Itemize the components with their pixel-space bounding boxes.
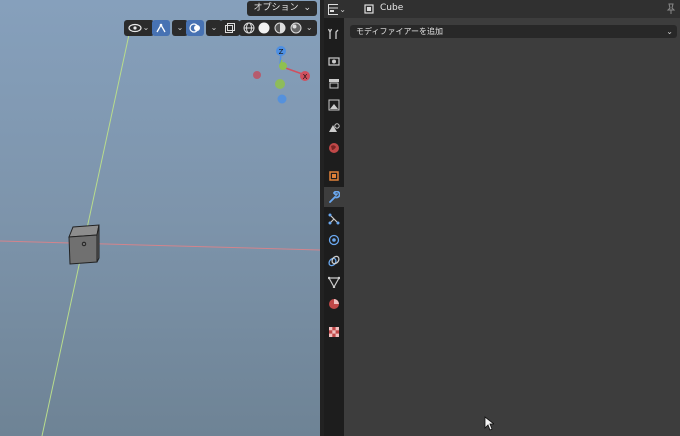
wrench-icon [329,191,340,203]
overlay-group: ⌄ [186,20,222,36]
material-preview-shading-icon[interactable] [274,22,286,34]
render-icon [328,57,340,66]
toggle-xray-button[interactable] [220,20,240,36]
particles-icon [328,213,340,225]
shading-group: ⌄ [239,20,317,36]
navigation-gizmo[interactable]: Z X [245,42,320,110]
properties-editor: ⌄ Cube モディファイアーを追加 ⌄ [324,0,680,436]
world-icon [329,143,339,153]
tab-output[interactable] [324,73,344,93]
object-name: Cube [380,3,404,13]
tab-scene[interactable] [324,117,344,137]
properties-tabs [324,0,344,436]
eye-icon [127,23,142,33]
view-layer-icon [328,99,340,111]
pin-icon[interactable] [666,3,676,14]
add-modifier-label: モディファイアーを追加 [356,27,443,36]
chevron-down-icon: ⌄ [210,23,218,32]
chevron-down-icon: ⌄ [176,23,184,32]
wireframe-shading-icon[interactable] [243,22,255,34]
tab-material[interactable] [324,294,344,314]
properties-header: ⌄ Cube [324,0,680,18]
editor-type-dropdown[interactable]: ⌄ [328,1,346,17]
xray-icon [225,23,235,33]
object-visibility-button[interactable]: ⌄ [124,20,154,36]
object-icon [364,4,374,14]
chevron-down-icon: ⌄ [303,3,311,13]
texture-icon [329,327,339,337]
gizmo-group: ⌄ [152,20,188,36]
mesh-data-icon [328,276,340,288]
gizmo-icon [156,23,166,33]
chevron-down-icon[interactable]: ⌄ [305,20,313,36]
tab-view-layer[interactable] [324,95,344,115]
tab-render[interactable] [324,51,344,71]
properties-editor-icon [328,3,339,15]
toggle-overlays-button[interactable] [186,20,204,36]
object-icon [329,171,339,181]
tab-object-data[interactable] [324,272,344,292]
tab-constraints[interactable] [324,251,344,271]
physics-icon [328,234,340,246]
tab-particles[interactable] [324,209,344,229]
options-label: オプション [253,3,299,13]
scene-icon [329,123,340,132]
gizmo-z-label: Z [279,48,284,56]
visibility-group: ⌄ [124,20,154,36]
tab-object[interactable] [324,166,344,186]
tab-world[interactable] [324,138,344,158]
viewport-header: オプション ⌄ [0,0,320,18]
overlays-icon [189,23,200,33]
cube-object [68,224,100,265]
xray-group [220,20,240,36]
output-icon [329,79,339,89]
tab-modifiers[interactable] [324,187,344,207]
constraints-icon [328,255,340,267]
chevron-down-icon: ⌄ [666,27,673,36]
toggle-gizmos-button[interactable] [152,20,170,36]
add-modifier-button[interactable]: モディファイアーを追加 ⌄ [350,25,677,38]
tab-tool[interactable] [324,24,344,44]
shading-mode-selector: ⌄ [239,20,317,36]
options-dropdown[interactable]: オプション ⌄ [247,1,317,16]
material-icon [329,299,339,309]
solid-shading-icon[interactable] [258,22,270,34]
chevron-down-icon: ⌄ [142,23,150,32]
3d-viewport[interactable]: オプション ⌄ ⌄ ⌄ ⌄ ⌄ Z X [0,0,320,436]
tab-physics[interactable] [324,230,344,250]
rendered-shading-icon[interactable] [290,22,302,34]
chevron-down-icon: ⌄ [339,4,346,14]
tab-texture[interactable] [324,322,344,342]
gizmo-x-label: X [303,73,308,81]
tool-icon [328,28,339,39]
mouse-cursor-icon [484,416,494,431]
x-axis-line [0,240,320,251]
